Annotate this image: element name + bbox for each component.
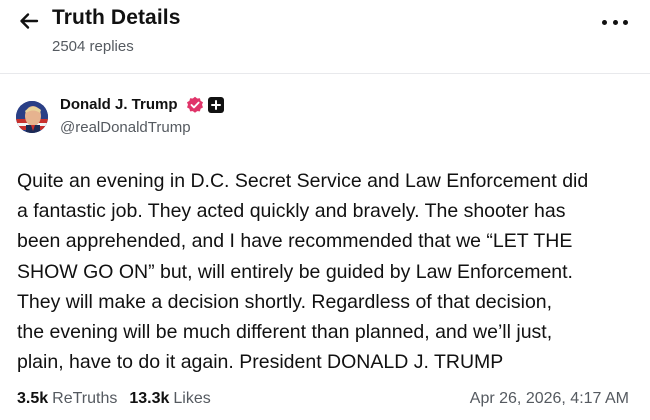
truth-details-page: Truth Details 2504 replies Donald J. Tru… <box>0 0 650 420</box>
retruths-count: 3.5k <box>17 390 49 407</box>
post-stats: 3.5k ReTruths 13.3k Likes <box>17 390 223 408</box>
likes-count: 13.3k <box>129 390 170 407</box>
retruths-label: ReTruths <box>52 390 118 407</box>
likes-label: Likes <box>173 390 211 407</box>
more-options-button[interactable] <box>602 12 628 32</box>
retruths-stat[interactable]: 3.5k ReTruths <box>17 390 117 408</box>
back-button[interactable] <box>16 8 42 34</box>
page-title: Truth Details <box>52 6 181 29</box>
post-text: Quite an evening in D.C. Secret Service … <box>17 170 589 374</box>
author-name[interactable]: Donald J. Trump <box>60 96 178 113</box>
verified-badge-icon <box>187 96 203 113</box>
plus-square-icon[interactable] <box>208 97 224 113</box>
likes-stat[interactable]: 13.3k Likes <box>129 390 210 408</box>
reply-count: 2504 replies <box>52 38 134 55</box>
post-timestamp: Apr 26, 2026, 4:17 AM <box>469 390 629 407</box>
avatar[interactable] <box>16 101 48 133</box>
avatar-image <box>16 101 48 133</box>
header-divider <box>0 73 650 74</box>
author-handle[interactable]: @realDonaldTrump <box>60 119 191 136</box>
more-horizontal-icon <box>602 19 607 25</box>
page-header: Truth Details 2504 replies <box>0 0 650 78</box>
arrow-left-icon <box>20 13 39 29</box>
